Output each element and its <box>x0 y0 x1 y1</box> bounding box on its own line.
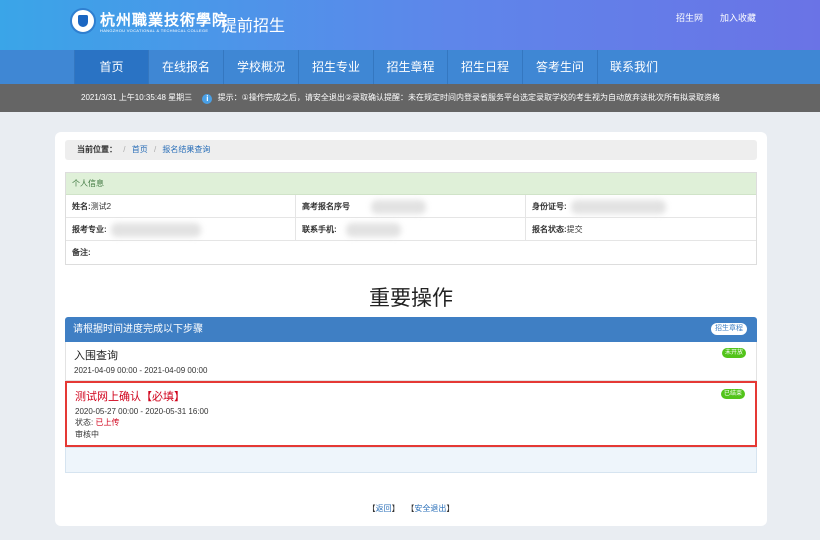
notice-datetime: 2021/3/31 上午10:35:48 星期三 <box>81 93 193 102</box>
breadcrumb-label: 当前位置： <box>77 145 117 154</box>
back-link[interactable]: 返回 <box>376 504 392 513</box>
table-row: 姓名:测试2 高考报名序号 身份证号: <box>66 195 756 218</box>
table-row: 备注: <box>66 241 756 264</box>
nav-item-home[interactable]: 首页 <box>74 50 148 84</box>
note-cell: 备注: <box>66 241 756 264</box>
name-value: 测试2 <box>90 202 112 211</box>
breadcrumb-current[interactable]: 报名结果查询 <box>162 145 210 154</box>
steps-panel: 请根据时间进度完成以下步骤 招生章程 入围查询 2021-04-09 00:00… <box>65 317 757 473</box>
step-date: 2021-04-09 00:00 - 2021-04-09 00:00 <box>74 366 208 375</box>
status-label: 报名状态: <box>532 225 567 234</box>
rules-button[interactable]: 招生章程 <box>711 323 747 335</box>
nav-item-online-apply[interactable]: 在线报名 <box>148 50 223 84</box>
step-review: 审核中 <box>75 430 99 439</box>
step-item[interactable]: 测试网上确认【必填】 2020-05-27 00:00 - 2020-05-31… <box>65 381 757 447</box>
nav-item-regulations[interactable]: 招生章程 <box>373 50 447 84</box>
logout-link[interactable]: 安全退出 <box>414 504 446 513</box>
table-row: 报考专业: 联系手机: 报名状态:提交 <box>66 218 756 241</box>
breadcrumb: 当前位置： / 首页 / 报名结果查询 <box>65 140 757 160</box>
id-label: 身份证号: <box>532 202 567 211</box>
nav-item-schedule[interactable]: 招生日程 <box>447 50 522 84</box>
notice-text: 提示：①操作完成之后，请安全退出②录取确认提醒：未在规定时间内登录省服务平台选定… <box>217 93 720 102</box>
header: 杭州職業技術學院 HANGZHOU VOCATIONAL & TECHNICAL… <box>0 0 820 50</box>
main-nav: 首页 在线报名 学校概况 招生专业 招生章程 招生日程 答考生问 联系我们 <box>0 50 820 84</box>
name-cell: 姓名:测试2 <box>66 195 296 217</box>
exam-no-cell: 高考报名序号 <box>296 195 526 217</box>
info-icon: i <box>202 94 213 104</box>
name-label: 姓名: <box>72 202 91 211</box>
steps-heading: 请根据时间进度完成以下步骤 招生章程 <box>65 317 757 342</box>
redacted-value <box>571 200 666 214</box>
step-item[interactable]: 入围查询 2021-04-09 00:00 - 2021-04-09 00:00… <box>65 342 757 381</box>
personal-info-heading: 个人信息 <box>66 173 756 195</box>
step-status-label: 状态: <box>75 418 94 427</box>
step-status-value: 已上传 <box>95 418 120 427</box>
steps-heading-text: 请根据时间进度完成以下步骤 <box>73 324 203 335</box>
school-name-en: HANGZHOU VOCATIONAL & TECHNICAL COLLEGE <box>100 28 209 33</box>
status-cell: 报名状态:提交 <box>526 218 756 240</box>
redacted-value <box>111 223 201 237</box>
section-title: 重要操作 <box>369 287 453 310</box>
nav-item-qa[interactable]: 答考生问 <box>522 50 597 84</box>
step-status-line: 状态: 已上传 <box>75 417 747 428</box>
status-badge: 未开放 <box>721 348 746 358</box>
id-cell: 身份证号: <box>526 195 756 217</box>
step-date: 2020-05-27 00:00 - 2020-05-31 16:00 <box>75 407 209 416</box>
school-logo-icon[interactable] <box>70 8 96 34</box>
school-name: 杭州職業技術學院 <box>100 11 229 29</box>
redacted-value <box>346 223 401 237</box>
phone-label: 联系手机: <box>302 225 337 234</box>
add-favorite-link[interactable]: 加入收藏 <box>720 11 756 24</box>
breadcrumb-home-link[interactable]: 首页 <box>132 145 148 154</box>
redacted-value <box>371 200 426 214</box>
nav-item-school-overview[interactable]: 学校概况 <box>223 50 298 84</box>
nav-item-majors[interactable]: 招生专业 <box>298 50 373 84</box>
major-label: 报考专业: <box>72 225 107 234</box>
bottom-links: 【返回】 【安全退出】 <box>367 504 455 513</box>
content-panel: 当前位置： / 首页 / 报名结果查询 个人信息 姓名:测试2 高考报名序号 身… <box>55 132 767 526</box>
status-value: 提交 <box>566 225 583 234</box>
steps-footer <box>65 447 757 473</box>
exam-no-label: 高考报名序号 <box>302 202 350 211</box>
phone-cell: 联系手机: <box>296 218 526 240</box>
step-name: 测试网上确认【必填】 <box>75 391 185 403</box>
status-badge: 已结束 <box>720 389 745 399</box>
major-cell: 报考专业: <box>66 218 296 240</box>
notice-bar: 2021/3/31 上午10:35:48 星期三 i 提示：①操作完成之后，请安… <box>0 84 820 112</box>
personal-info-table: 个人信息 姓名:测试2 高考报名序号 身份证号: 报考专业: 联系手机: 报名状… <box>65 172 757 265</box>
site-title: 提前招生 <box>221 18 286 35</box>
admissions-site-link[interactable]: 招生网 <box>676 11 703 24</box>
step-name: 入围查询 <box>74 350 118 362</box>
nav-item-contact[interactable]: 联系我们 <box>597 50 670 84</box>
note-label: 备注: <box>72 248 91 257</box>
